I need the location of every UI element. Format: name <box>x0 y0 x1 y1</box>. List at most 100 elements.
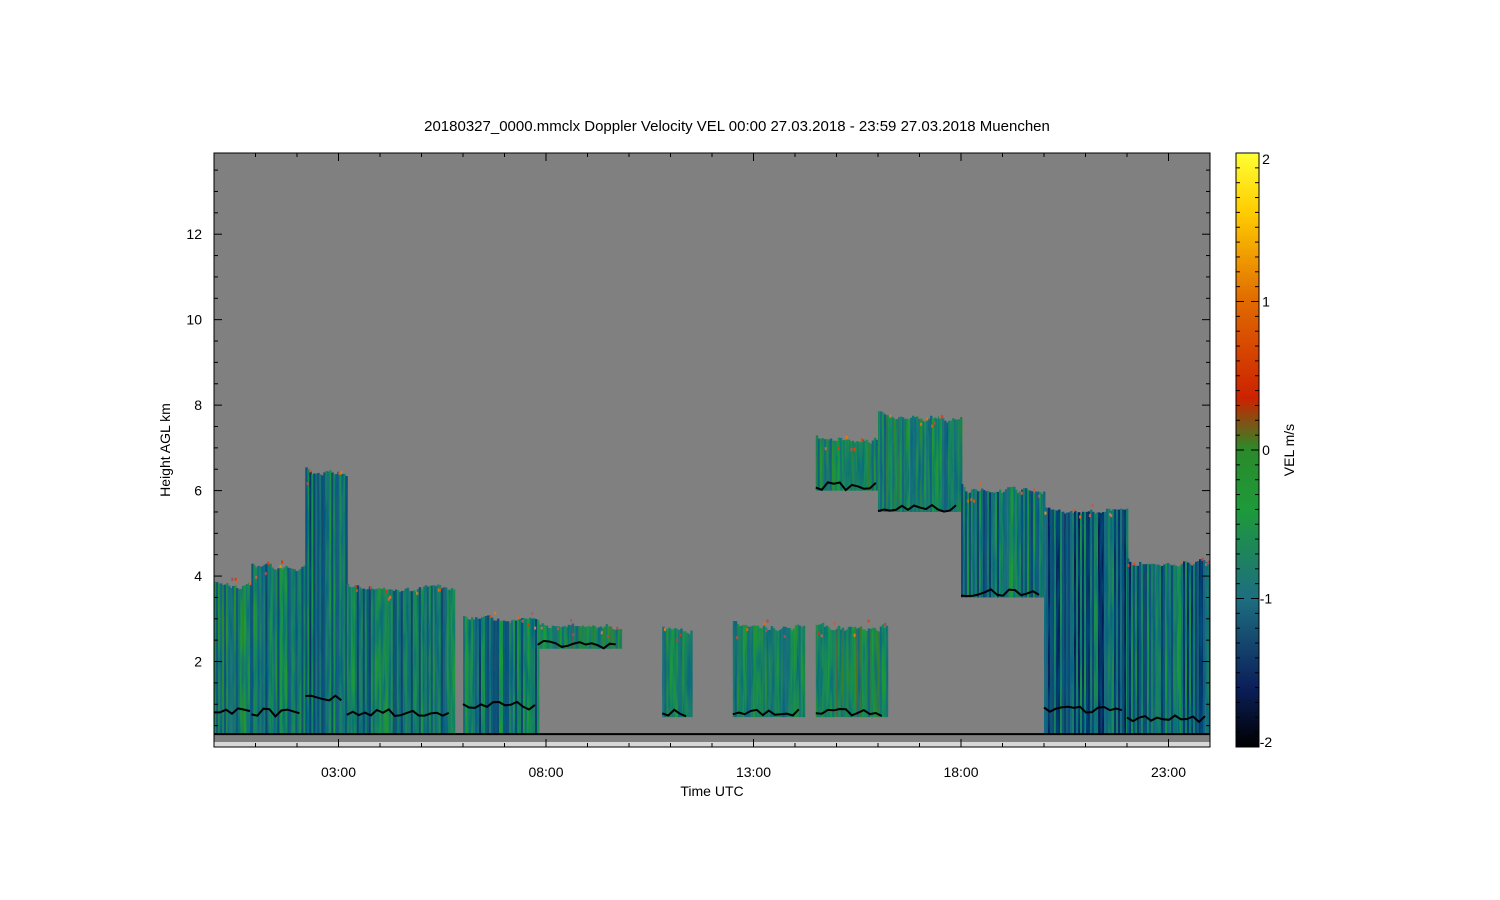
velocity-speckle <box>783 635 786 638</box>
colorbar: 2 1 0 -1 -2 VEL m/s <box>1235 151 1297 750</box>
colorbar-tick-label: -1 <box>1260 591 1273 607</box>
velocity-speckle <box>616 626 619 630</box>
velocity-speckle <box>489 615 492 618</box>
velocity-speckle <box>941 415 944 419</box>
y-tick-label: 4 <box>194 568 202 584</box>
chart-svg: 20180327_0000.mmclx Doppler Velocity VEL… <box>157 118 1297 799</box>
velocity-speckle <box>1190 562 1193 566</box>
x-tick-label: 03:00 <box>321 764 356 780</box>
velocity-speckle <box>494 611 497 615</box>
plot-area <box>213 152 1211 748</box>
velocity-speckle <box>1127 564 1130 567</box>
velocity-speckle <box>354 585 357 589</box>
colorbar-tick-label: 1 <box>1262 294 1270 310</box>
y-axis-label: Height AGL km <box>157 403 173 497</box>
velocity-streak <box>802 625 806 718</box>
chart-title: 20180327_0000.mmclx Doppler Velocity VEL… <box>424 118 1050 135</box>
velocity-speckle <box>853 447 856 451</box>
velocity-speckle <box>1044 511 1047 515</box>
velocity-speckle <box>1020 491 1023 495</box>
velocity-speckle <box>369 586 372 590</box>
velocity-speckle <box>600 631 603 635</box>
velocity-speckle <box>1133 562 1136 566</box>
cloud-region <box>346 584 456 735</box>
cloud-region <box>662 626 693 718</box>
velocity-speckle <box>570 619 572 622</box>
colorbar-label: VEL m/s <box>1281 424 1297 476</box>
velocity-speckle <box>340 471 343 475</box>
velocity-speckle <box>853 633 856 637</box>
cloud-region <box>961 482 1046 598</box>
velocity-speckle <box>860 438 863 442</box>
velocity-speckle <box>306 482 309 486</box>
y-tick-label: 6 <box>194 483 202 499</box>
velocity-speckle <box>540 626 543 630</box>
velocity-speckle <box>281 560 284 564</box>
velocity-speckle <box>234 577 237 581</box>
velocity-speckle <box>833 621 836 625</box>
cloud-region <box>815 619 889 718</box>
colorbar-tick-label: 2 <box>1262 151 1270 167</box>
velocity-speckle <box>970 498 973 502</box>
velocity-speckle <box>1091 504 1094 507</box>
velocity-speckle <box>746 628 749 632</box>
velocity-speckle <box>679 633 682 637</box>
velocity-speckle <box>765 629 768 632</box>
velocity-speckle <box>889 414 892 418</box>
velocity-speckle <box>1073 508 1076 512</box>
velocity-speckle <box>385 589 388 593</box>
velocity-speckle <box>664 628 666 632</box>
velocity-speckle <box>933 421 936 425</box>
velocity-speckle <box>521 619 524 623</box>
velocity-speckle <box>884 622 887 626</box>
velocity-speckle <box>766 619 769 623</box>
velocity-speckle <box>763 622 766 626</box>
velocity-speckle <box>824 447 827 451</box>
velocity-speckle <box>572 633 575 637</box>
velocity-speckle <box>736 636 739 640</box>
x-tick-label: 13:00 <box>736 764 771 780</box>
velocity-speckle <box>926 417 929 421</box>
cloud-region <box>251 560 306 735</box>
velocity-speckle <box>416 591 419 595</box>
cloud-region <box>1044 504 1129 735</box>
x-tick-label: 18:00 <box>943 764 978 780</box>
velocity-speckle <box>867 619 870 623</box>
cloud-region <box>732 619 806 718</box>
velocity-speckle <box>279 564 282 568</box>
velocity-speckle <box>439 588 442 592</box>
velocity-speckle <box>1088 514 1091 518</box>
x-tick-label: 08:00 <box>528 764 563 780</box>
cloud-region <box>305 467 348 735</box>
velocity-speckle <box>850 447 853 451</box>
x-tick-label: 23:00 <box>1151 764 1186 780</box>
y-tick-label: 10 <box>186 312 202 328</box>
velocity-streak <box>619 629 623 649</box>
velocity-speckle <box>973 499 976 503</box>
velocity-speckle <box>309 469 312 473</box>
velocity-speckle <box>676 638 679 642</box>
y-tick-label: 12 <box>186 226 202 242</box>
velocity-speckle <box>249 582 252 586</box>
velocity-speckle <box>1180 561 1183 565</box>
velocity-speckle <box>820 634 823 638</box>
velocity-speckle <box>355 589 358 592</box>
velocity-speckle <box>920 422 923 426</box>
velocity-speckle <box>1033 488 1036 492</box>
velocity-streak <box>452 589 456 735</box>
velocity-speckle <box>1205 563 1208 567</box>
velocity-streak <box>690 630 693 718</box>
colorbar-tick-label: 0 <box>1262 442 1270 458</box>
velocity-speckle <box>1201 557 1204 561</box>
velocity-speckle <box>938 415 941 419</box>
velocity-speckle <box>267 561 270 565</box>
velocity-speckle <box>1038 494 1041 498</box>
velocity-speckle <box>517 616 520 620</box>
velocity-speckle <box>845 435 848 439</box>
velocity-speckle <box>557 627 560 631</box>
velocity-speckle <box>255 575 258 579</box>
colorbar-tick-label: -2 <box>1260 734 1273 750</box>
velocity-speckle <box>1079 515 1082 519</box>
velocity-speckle <box>338 472 341 475</box>
velocity-speckle <box>531 611 534 615</box>
